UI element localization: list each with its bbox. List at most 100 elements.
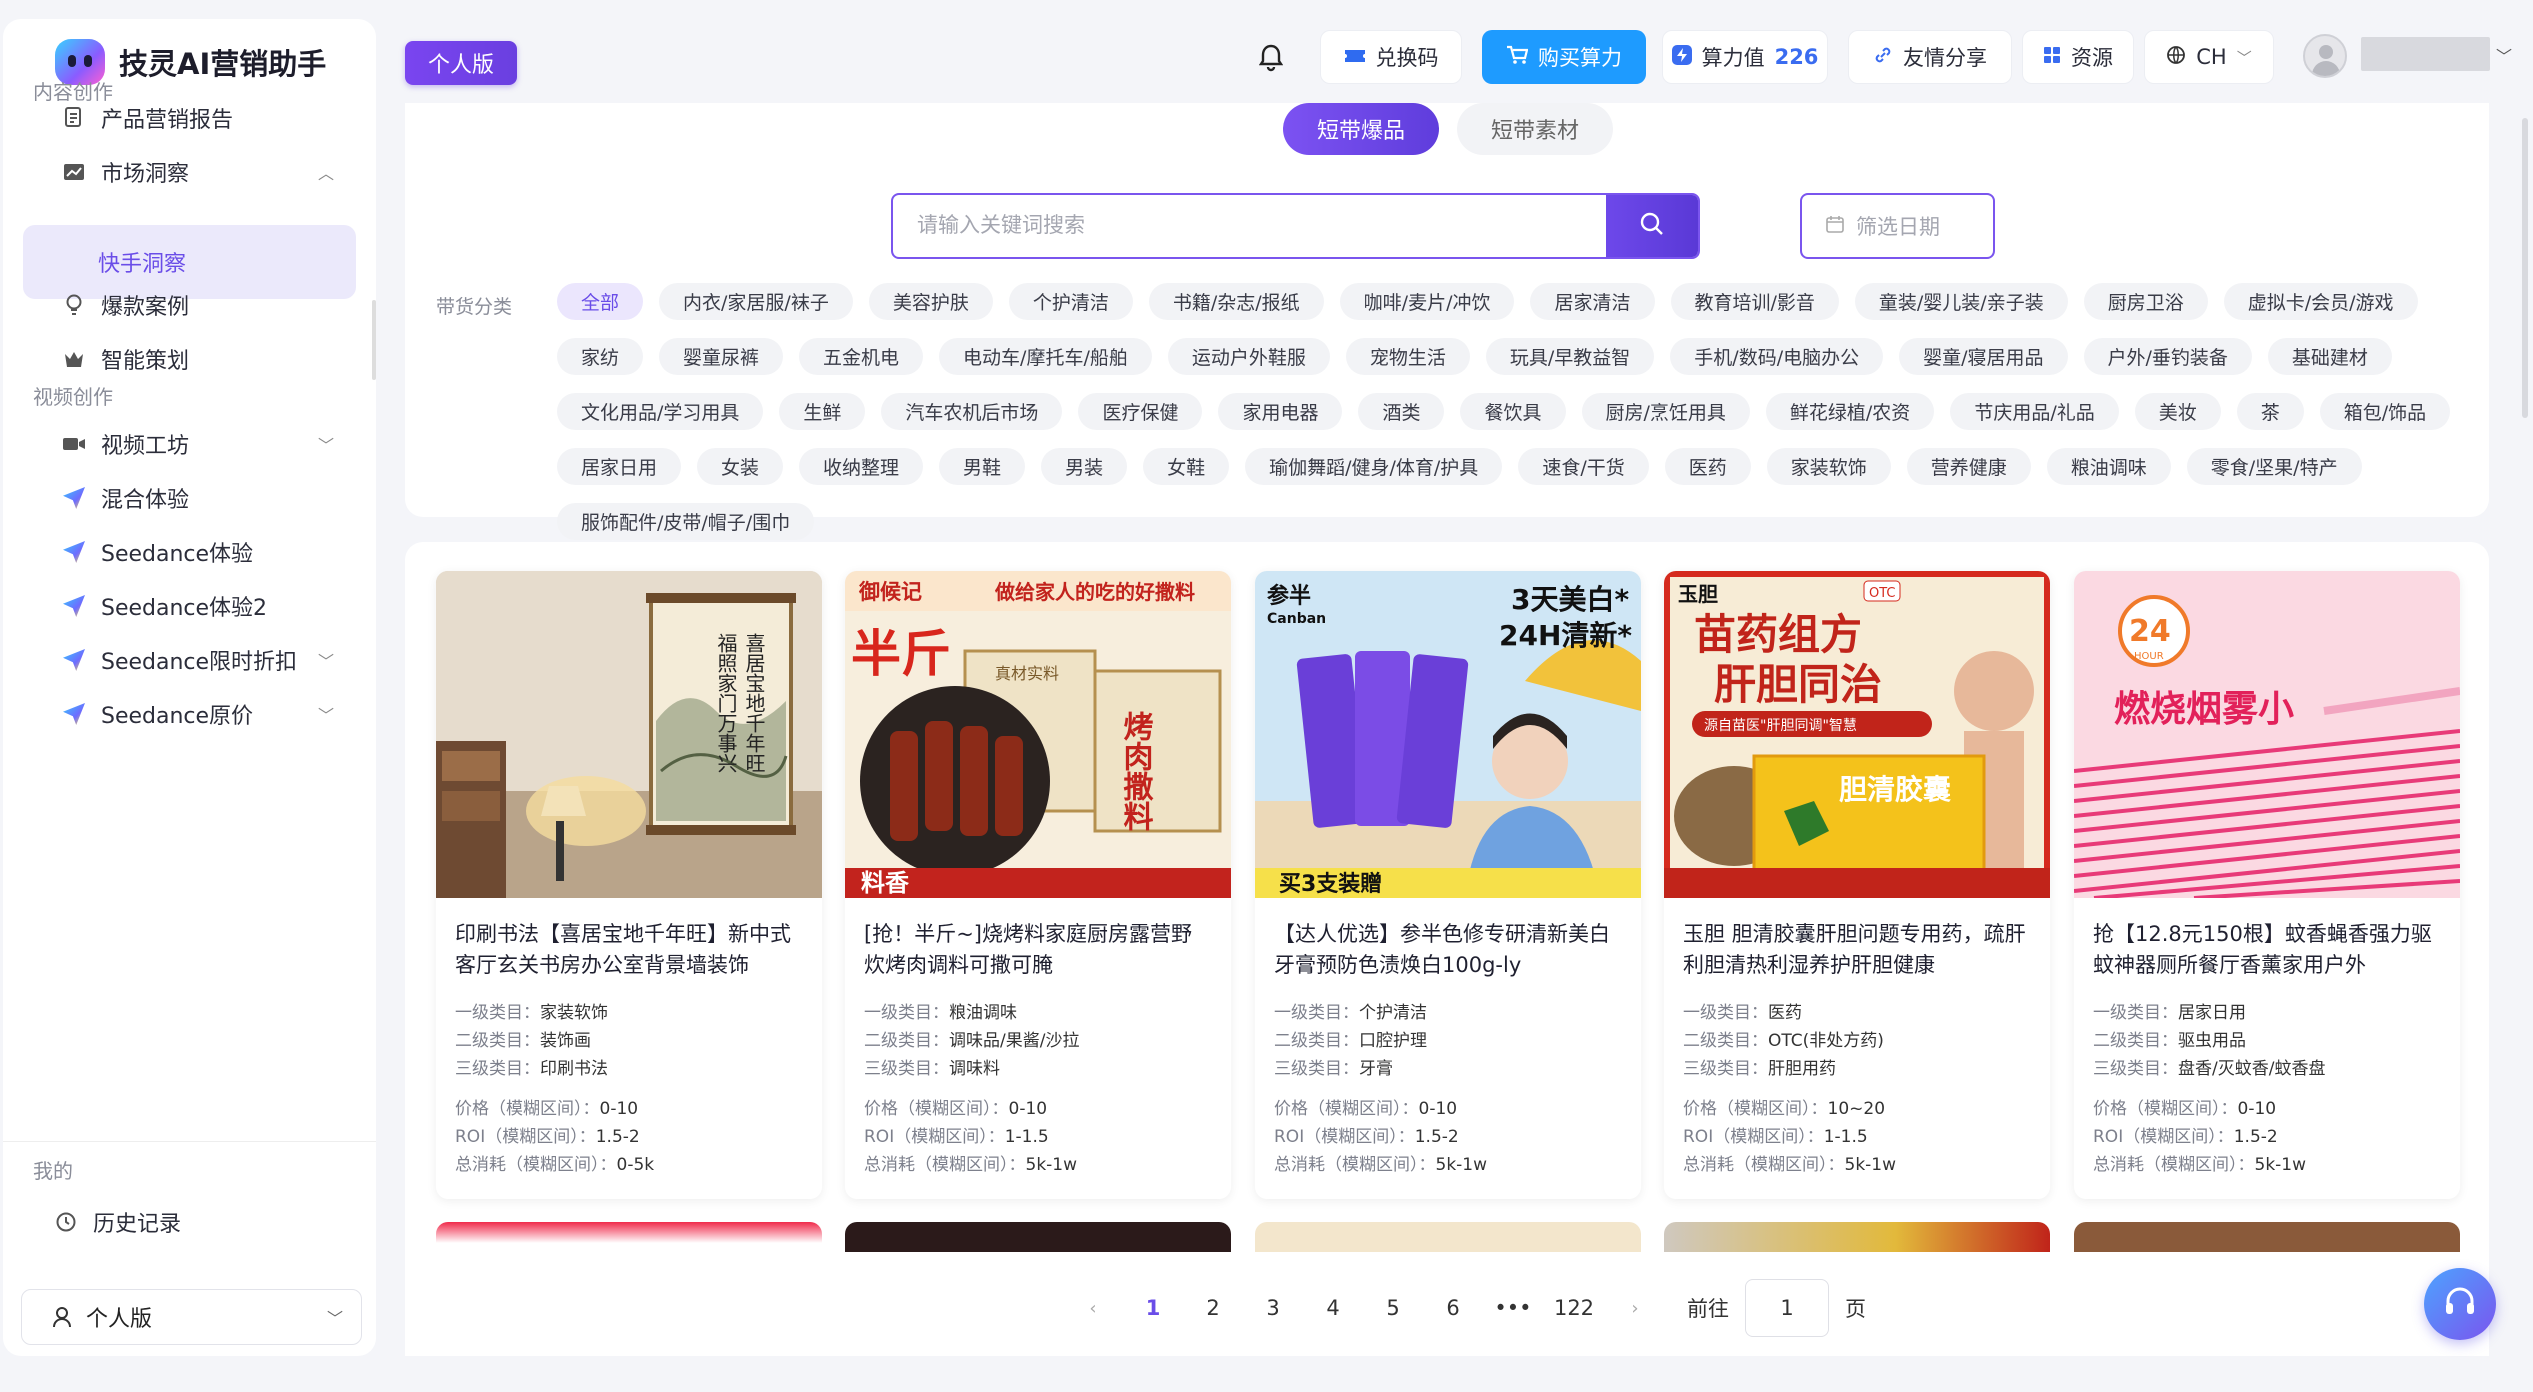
category-chip[interactable]: 宠物生活 bbox=[1345, 338, 1470, 375]
category-chip[interactable]: 箱包/饰品 bbox=[2319, 393, 2451, 430]
category-chip[interactable]: 个护清洁 bbox=[1008, 283, 1133, 320]
category-chip[interactable]: 教育培训/影音 bbox=[1670, 283, 1839, 320]
category-chip[interactable]: 居家清洁 bbox=[1530, 283, 1655, 320]
category-chip[interactable]: 童装/婴儿装/亲子装 bbox=[1854, 283, 2068, 320]
page-2[interactable]: 2 bbox=[1183, 1296, 1243, 1320]
tab-short-materials[interactable]: 短带素材 bbox=[1457, 103, 1614, 155]
category-chip[interactable]: 全部 bbox=[557, 283, 644, 320]
product-title[interactable]: 玉胆 胆清胶囊肝胆问题专用药，疏肝利胆清热利湿养护肝胆健康 bbox=[1683, 919, 2031, 981]
product-card-peek[interactable] bbox=[2074, 1222, 2460, 1252]
category-chip[interactable]: 粮油调味 bbox=[2046, 448, 2171, 485]
avatar[interactable] bbox=[2303, 34, 2347, 78]
category-chip[interactable]: 基础建材 bbox=[2267, 338, 2392, 375]
category-chip[interactable]: 运动户外鞋服 bbox=[1167, 338, 1330, 375]
category-chip[interactable]: 户外/垂钓装备 bbox=[2083, 338, 2252, 375]
user-plan-selector[interactable]: 个人版 ﹀ bbox=[21, 1289, 362, 1345]
category-chip[interactable]: 营养健康 bbox=[1906, 448, 2031, 485]
product-title[interactable]: 抢【12.8元150根】蚊香蝇香强力驱蚊神器厕所餐厅香薰家用户外 bbox=[2093, 919, 2441, 981]
tab-short-hits[interactable]: 短带爆品 bbox=[1283, 103, 1440, 155]
page-3[interactable]: 3 bbox=[1243, 1296, 1303, 1320]
sidebar-item-history[interactable]: 历史记录 bbox=[23, 1185, 356, 1259]
category-chip[interactable]: 女鞋 bbox=[1143, 448, 1230, 485]
edition-badge-button[interactable]: 个人版 bbox=[405, 41, 517, 85]
credits-display[interactable]: 算力值 226 bbox=[1662, 30, 1828, 84]
category-chip[interactable]: 医药 bbox=[1664, 448, 1751, 485]
product-card[interactable]: 参半 Canban 3天美白* 24H清新* 买3支装贈 【达人优选】参半色修专… bbox=[1255, 571, 1641, 1199]
category-chip[interactable]: 收纳整理 bbox=[799, 448, 924, 485]
product-card[interactable]: 御候记 做给家人的吃的好撒料 半斤 真材实料 烤肉撒料 料香 [抢！半斤~]烧烤… bbox=[845, 571, 1231, 1199]
search-input[interactable] bbox=[893, 195, 1606, 257]
category-chip[interactable]: 家用电器 bbox=[1218, 393, 1343, 430]
category-chip[interactable]: 厨房卫浴 bbox=[2083, 283, 2208, 320]
buy-credits-button[interactable]: 购买算力 bbox=[1482, 30, 1646, 84]
chevron-down-icon[interactable]: ﹀ bbox=[2496, 43, 2512, 67]
sidebar-item-seedance-original[interactable]: Seedance原价 ﹀ bbox=[23, 677, 356, 751]
thumb-text: 3天美白* bbox=[1511, 583, 1629, 616]
page-5[interactable]: 5 bbox=[1363, 1296, 1423, 1320]
category-chip[interactable]: 餐饮具 bbox=[1460, 393, 1566, 430]
share-button[interactable]: 友情分享 bbox=[1848, 30, 2012, 84]
category-chip[interactable]: 服饰配件/皮带/帽子/围巾 bbox=[557, 503, 815, 540]
product-card[interactable]: 24 HOUR 燃烧烟雾小 抢【12.8元150根】蚊香蝇香强力驱蚊神器厕所餐厅… bbox=[2074, 571, 2460, 1199]
category-chip[interactable]: 男装 bbox=[1041, 448, 1128, 485]
page-4[interactable]: 4 bbox=[1303, 1296, 1363, 1320]
search-button[interactable] bbox=[1606, 195, 1698, 257]
category-chip[interactable]: 虚拟卡/会员/游戏 bbox=[2223, 283, 2418, 320]
category-chip[interactable]: 瑜伽舞蹈/健身/体育/护具 bbox=[1245, 448, 1503, 485]
category-chip[interactable]: 电动车/摩托车/船舶 bbox=[939, 338, 1152, 375]
language-selector[interactable]: CH ﹀ bbox=[2144, 30, 2274, 84]
category-chip[interactable]: 医疗保健 bbox=[1078, 393, 1203, 430]
category-chip[interactable]: 美妆 bbox=[2134, 393, 2221, 430]
category-chip[interactable]: 生鲜 bbox=[779, 393, 866, 430]
goto-input[interactable]: 1 bbox=[1745, 1279, 1829, 1337]
bell-icon[interactable] bbox=[1256, 41, 1286, 75]
category-chip[interactable]: 婴童/寝居用品 bbox=[1899, 338, 2068, 375]
category-chip[interactable]: 内衣/家居服/袜子 bbox=[659, 283, 853, 320]
product-card-peek[interactable] bbox=[845, 1222, 1231, 1252]
page-scrollbar[interactable] bbox=[2522, 118, 2528, 418]
product-card-peek[interactable] bbox=[1664, 1222, 2050, 1252]
page-6[interactable]: 6 bbox=[1423, 1296, 1483, 1320]
product-title[interactable]: [抢！半斤~]烧烤料家庭厨房露营野炊烤肉调料可撒可腌 bbox=[864, 919, 1212, 981]
page-ellipsis[interactable]: ••• bbox=[1483, 1296, 1543, 1320]
category-chip[interactable]: 家装软饰 bbox=[1766, 448, 1891, 485]
page-1[interactable]: 1 bbox=[1123, 1296, 1183, 1320]
product-card[interactable]: 玉胆 OTC 苗药组方 肝胆同治 源自苗医"肝胆同调"智慧 胆清胶囊 玉胆 胆清… bbox=[1664, 571, 2050, 1199]
page-last[interactable]: 122 bbox=[1543, 1296, 1605, 1320]
category-chip[interactable]: 文化用品/学习用具 bbox=[557, 393, 764, 430]
credits-value: 226 bbox=[1774, 45, 1819, 69]
category-chip[interactable]: 家纺 bbox=[557, 338, 644, 375]
category-chip[interactable]: 零食/坚果/特产 bbox=[2186, 448, 2362, 485]
product-title[interactable]: 【达人优选】参半色修专研清新美白牙膏预防色渍焕白100g-ly bbox=[1274, 919, 1622, 981]
category-chip[interactable]: 玩具/早教益智 bbox=[1485, 338, 1655, 375]
category-chip[interactable]: 居家日用 bbox=[557, 448, 682, 485]
price-label: 价格（模糊区间）： bbox=[864, 1099, 1009, 1119]
category-chip[interactable]: 汽车农机后市场 bbox=[881, 393, 1063, 430]
category-chip[interactable]: 咖啡/麦片/冲饮 bbox=[1339, 283, 1515, 320]
category-chip[interactable]: 鲜花绿植/农资 bbox=[1765, 393, 1935, 430]
category-chip[interactable]: 婴童尿裤 bbox=[659, 338, 784, 375]
category-chip[interactable]: 手机/数码/电脑办公 bbox=[1670, 338, 1884, 375]
date-filter[interactable]: 筛选日期 bbox=[1800, 193, 1995, 259]
category-chip[interactable]: 茶 bbox=[2236, 393, 2304, 430]
sidebar-scrollbar[interactable] bbox=[372, 300, 376, 380]
category-chip[interactable]: 酒类 bbox=[1358, 393, 1445, 430]
next-page-icon[interactable]: › bbox=[1605, 1298, 1665, 1319]
category-chip[interactable]: 美容护肤 bbox=[868, 283, 993, 320]
category-chip[interactable]: 厨房/烹饪用具 bbox=[1581, 393, 1750, 430]
product-card-peek[interactable] bbox=[1255, 1222, 1641, 1252]
category-chip[interactable]: 女装 bbox=[697, 448, 784, 485]
product-title[interactable]: 印刷书法【喜居宝地千年旺】新中式客厅玄关书房办公室背景墙装饰 bbox=[455, 919, 803, 981]
category-chip[interactable]: 速食/干货 bbox=[1518, 448, 1649, 485]
category-chip[interactable]: 五金机电 bbox=[799, 338, 924, 375]
sidebar-item-market[interactable]: 市场洞察 ︿ bbox=[23, 135, 356, 209]
category-chip[interactable]: 节庆用品/礼品 bbox=[1950, 393, 2119, 430]
redeem-button[interactable]: 兑换码 bbox=[1320, 30, 1462, 84]
product-card[interactable]: 喜居宝地千年旺 福照家门万事兴 印刷书法【喜居宝地千年旺】新中式客厅玄关书房办公… bbox=[436, 571, 822, 1199]
customer-service-button[interactable] bbox=[2424, 1268, 2496, 1340]
resources-button[interactable]: 资源 bbox=[2022, 30, 2134, 84]
category-chip[interactable]: 男鞋 bbox=[939, 448, 1026, 485]
category-chip[interactable]: 书籍/杂志/报纸 bbox=[1148, 283, 1324, 320]
product-card-peek[interactable] bbox=[436, 1222, 822, 1252]
prev-page-icon[interactable]: ‹ bbox=[1063, 1298, 1123, 1319]
